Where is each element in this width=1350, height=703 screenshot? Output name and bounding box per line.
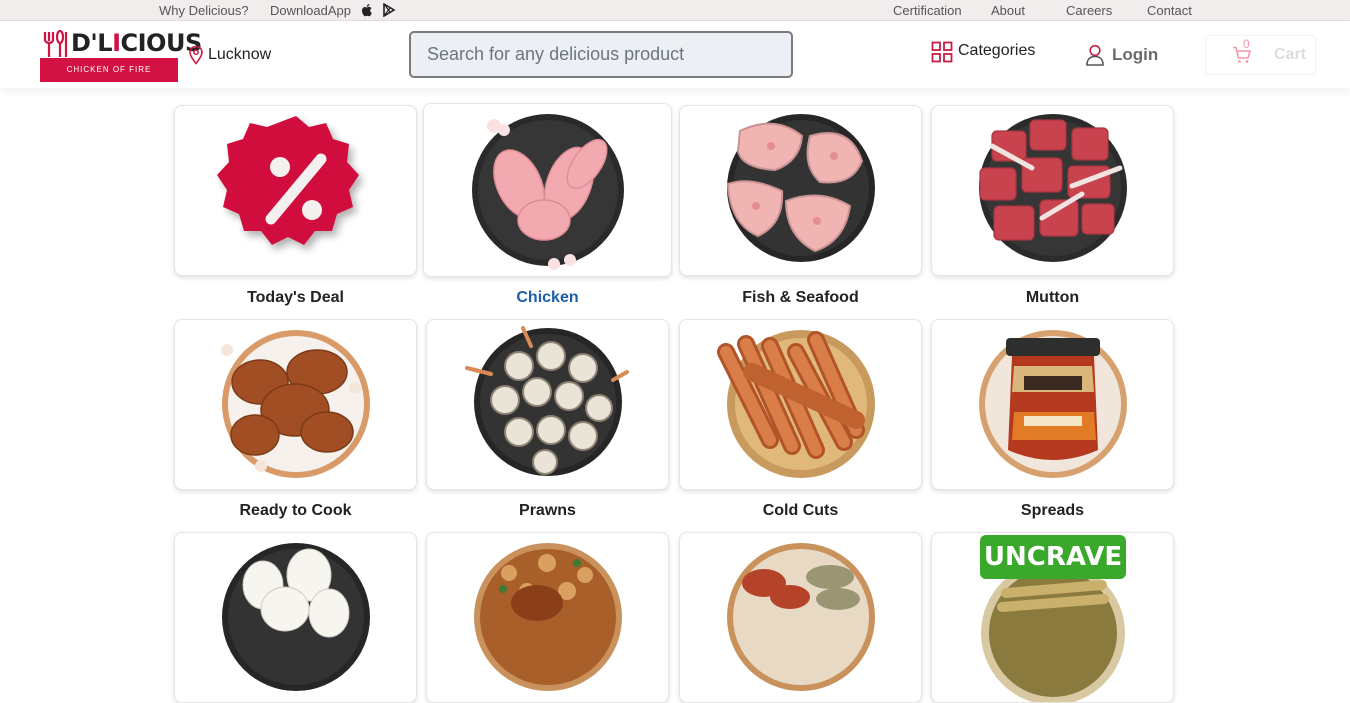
- biryani-plate-icon: [474, 543, 622, 691]
- category-card-ready-to-cook[interactable]: [174, 319, 417, 490]
- apple-icon[interactable]: [360, 3, 374, 17]
- categories-grid-icon[interactable]: [931, 41, 953, 63]
- download-app-link[interactable]: DownloadApp: [270, 3, 351, 18]
- cart-label: Cart: [1274, 46, 1307, 63]
- category-label[interactable]: Fish & Seafood: [679, 289, 922, 307]
- login-button[interactable]: Login: [1112, 45, 1158, 65]
- logo-tagline: CHICKEN OF FIRE: [40, 58, 178, 82]
- categories-button[interactable]: Categories: [958, 42, 1035, 60]
- category-card-eggs[interactable]: [174, 532, 417, 703]
- site-header: D'LICIOUS CHICKEN OF FIRE Lucknow Catego…: [0, 21, 1350, 88]
- location-label[interactable]: Lucknow: [208, 46, 271, 64]
- category-label[interactable]: Today's Deal: [174, 289, 417, 307]
- category-card-uncrave[interactable]: UNCRAVE: [931, 532, 1174, 703]
- category-card-biryani[interactable]: [426, 532, 669, 703]
- cart-button[interactable]: 0 Cart: [1205, 35, 1316, 75]
- category-card-prawns[interactable]: [426, 319, 669, 490]
- eggs-plate-icon: [222, 543, 370, 691]
- category-label[interactable]: Chicken: [426, 289, 669, 307]
- category-label[interactable]: Spreads: [931, 502, 1174, 520]
- category-card-cold-cuts[interactable]: [679, 319, 922, 490]
- why-delicious-link[interactable]: Why Delicious?: [159, 3, 249, 18]
- uncrave-logo: UNCRAVE: [980, 535, 1126, 579]
- category-card-mutton[interactable]: [931, 105, 1174, 276]
- raw-chicken-plate-icon: [472, 114, 624, 270]
- search-input[interactable]: [409, 31, 793, 78]
- kebab-plate-icon: [727, 543, 875, 691]
- prawns-plate-icon: [465, 326, 629, 476]
- location-pin-icon[interactable]: [188, 45, 204, 65]
- top-strip: Why Delicious? DownloadApp Certification…: [0, 0, 1350, 21]
- category-label[interactable]: Cold Cuts: [679, 502, 922, 520]
- user-icon[interactable]: [1085, 44, 1105, 66]
- category-card-kebabs[interactable]: [679, 532, 922, 703]
- careers-link[interactable]: Careers: [1066, 3, 1112, 18]
- about-link[interactable]: About: [991, 3, 1025, 18]
- category-label[interactable]: Ready to Cook: [174, 502, 417, 520]
- marinated-chicken-plate-icon: [221, 330, 370, 478]
- certification-link[interactable]: Certification: [893, 3, 962, 18]
- category-label[interactable]: Mutton: [931, 289, 1174, 307]
- cart-count-badge: 0: [1243, 37, 1250, 51]
- category-label[interactable]: Prawns: [426, 502, 669, 520]
- category-card-todays-deal[interactable]: [174, 105, 417, 276]
- contact-link[interactable]: Contact: [1147, 3, 1192, 18]
- category-card-spreads[interactable]: [931, 319, 1174, 490]
- mutton-plate-icon: [979, 114, 1127, 262]
- deal-badge-icon: [217, 116, 359, 245]
- category-card-chicken[interactable]: [423, 103, 672, 277]
- logo-wordmark: D'LICIOUS: [71, 29, 202, 57]
- category-card-fish-seafood[interactable]: [679, 105, 922, 276]
- spread-jar-icon: [979, 330, 1127, 478]
- sausages-plate-icon: [717, 330, 875, 478]
- play-store-icon[interactable]: [382, 3, 396, 17]
- fish-steak-plate-icon: [726, 114, 875, 262]
